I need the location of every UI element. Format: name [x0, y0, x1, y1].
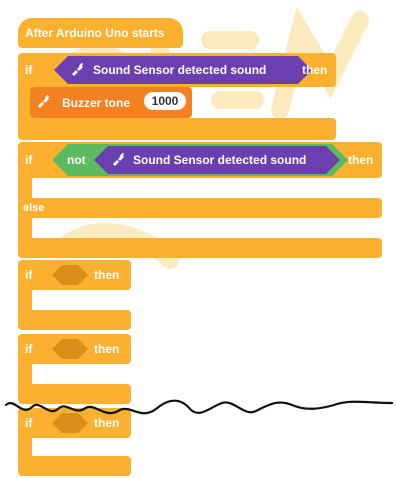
buzzer-block[interactable]: Buzzer tone 1000 — [30, 87, 192, 118]
slot-notch — [32, 220, 50, 230]
then-keyword: then — [94, 342, 120, 356]
plug-icon — [113, 152, 125, 166]
break-line — [4, 399, 394, 415]
buzzer-label: Buzzer tone — [62, 96, 131, 110]
if-block-5-footer — [18, 456, 131, 476]
else-keyword: else — [23, 202, 45, 214]
sensor-label: Sound Sensor detected sound — [93, 63, 267, 77]
if-keyword: if — [25, 153, 33, 167]
if-else-arm-2 — [18, 216, 32, 240]
slot-notch — [32, 366, 50, 376]
then-keyword: then — [348, 153, 374, 167]
plug-icon — [72, 62, 84, 76]
not-label: not — [67, 153, 86, 167]
empty-condition-slot[interactable] — [52, 265, 88, 285]
if-else-footer — [18, 238, 382, 258]
if-block-4-arm — [18, 362, 32, 386]
if-else-arm-1 — [18, 176, 32, 200]
if-keyword: if — [25, 268, 33, 282]
slot-notch — [32, 292, 50, 302]
if-block-3[interactable]: if then — [18, 260, 131, 290]
buzzer-value-input[interactable]: 1000 — [144, 92, 186, 110]
slot-notch — [32, 440, 50, 450]
if-block-3-arm — [18, 288, 32, 312]
if-block-1-footer — [18, 118, 336, 140]
then-keyword: then — [302, 63, 328, 77]
empty-condition-slot[interactable] — [52, 339, 88, 359]
if-block-1[interactable]: if Sound Sensor detected sound then — [18, 53, 336, 87]
hat-block[interactable]: After Arduino Uno starts — [18, 18, 183, 48]
hat-block-label: After Arduino Uno starts — [25, 26, 165, 40]
if-block-4[interactable]: if then — [18, 334, 131, 364]
if-keyword: if — [25, 63, 33, 77]
if-block-5-arm — [18, 436, 32, 458]
if-block-3-footer — [18, 310, 131, 330]
else-row: else — [18, 198, 382, 218]
then-keyword: then — [94, 268, 120, 282]
slot-notch — [32, 180, 50, 190]
sensor-label: Sound Sensor detected sound — [133, 153, 307, 167]
if-keyword: if — [25, 342, 33, 356]
plug-icon — [38, 94, 50, 108]
